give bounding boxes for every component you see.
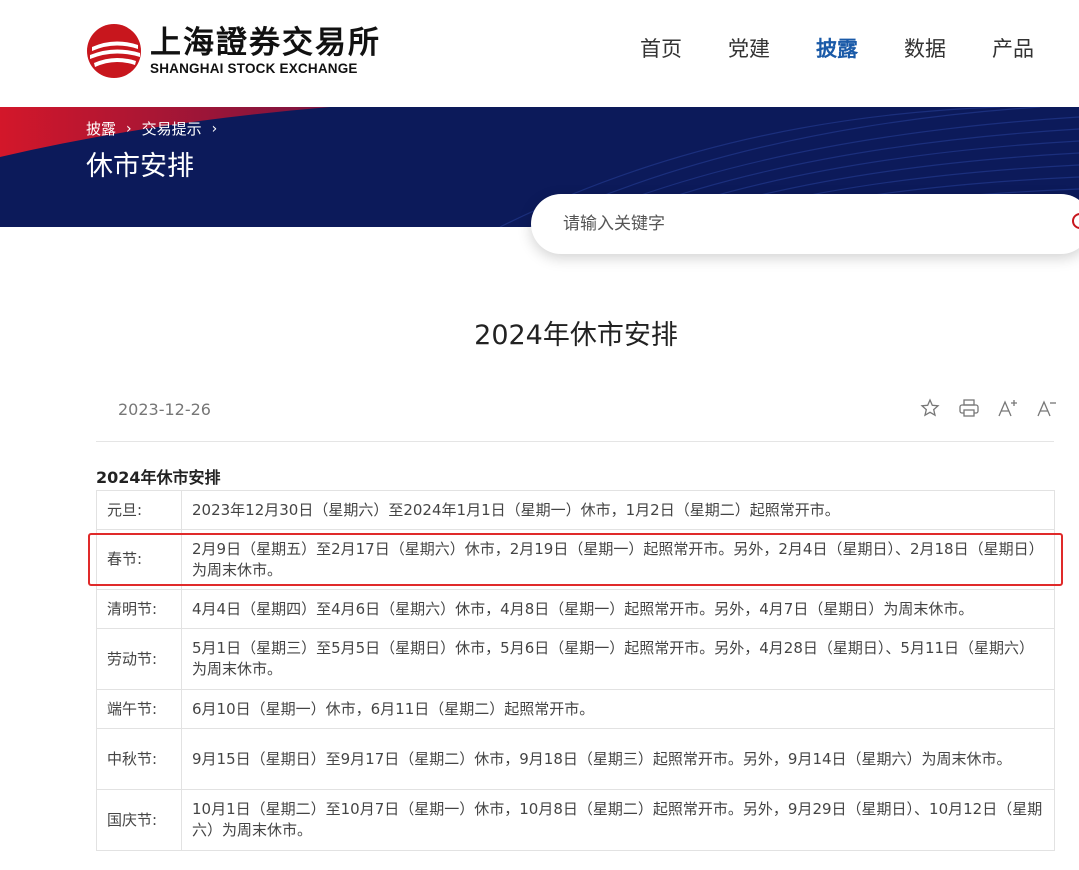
nav-item-data[interactable]: 数据 xyxy=(904,34,946,64)
nav-item-products[interactable]: 产品 xyxy=(992,34,1034,64)
font-decrease-icon[interactable] xyxy=(1035,396,1059,420)
sse-logo-icon xyxy=(87,24,141,78)
table-row: 端午节: 6月10日（星期一）休市，6月11日（星期二）起照常开市。 xyxy=(96,689,1055,729)
table-row: 清明节: 4月4日（星期四）至4月6日（星期六）休市，4月8日（星期一）起照常开… xyxy=(96,589,1055,629)
nav-item-home[interactable]: 首页 xyxy=(640,34,682,64)
holiday-description: 6月10日（星期一）休市，6月11日（星期二）起照常开市。 xyxy=(181,689,1055,729)
logo-english-name: SHANGHAI STOCK EXCHANGE xyxy=(150,61,358,76)
holiday-description: 4月4日（星期四）至4月6日（星期六）休市，4月8日（星期一）起照常开市。另外，… xyxy=(181,589,1055,629)
holiday-description: 5月1日（星期三）至5月5日（星期日）休市，5月6日（星期一）起照常开市。另外，… xyxy=(181,628,1055,690)
search-input[interactable] xyxy=(563,211,1043,237)
holiday-name: 端午节: xyxy=(96,689,182,729)
breadcrumb-item-disclosure[interactable]: 披露 xyxy=(86,118,116,139)
divider xyxy=(96,441,1054,442)
breadcrumb: 披露 › 交易提示 › xyxy=(86,118,227,139)
table-caption: 2024年休市安排 xyxy=(96,468,221,487)
holiday-name: 中秋节: xyxy=(96,728,182,790)
nav-item-disclosure[interactable]: 披露 xyxy=(816,34,858,64)
chevron-right-icon: › xyxy=(126,120,132,137)
table-row: 中秋节: 9月15日（星期日）至9月17日（星期二）休市，9月18日（星期三）起… xyxy=(96,728,1055,790)
holiday-name: 国庆节: xyxy=(96,789,182,851)
logo-chinese-name: 上海證券交易所 xyxy=(150,25,381,61)
article-tools xyxy=(918,396,1074,420)
search-box xyxy=(531,194,1079,254)
table-row: 春节: 2月9日（星期五）至2月17日（星期六）休市，2月19日（星期一）起照常… xyxy=(96,529,1055,590)
holiday-name: 劳动节: xyxy=(96,628,182,690)
publish-date: 2023-12-26 xyxy=(118,400,211,419)
holiday-description: 10月1日（星期二）至10月7日（星期一）休市，10月8日（星期二）起照常开市。… xyxy=(181,789,1055,851)
nav-item-party[interactable]: 党建 xyxy=(728,34,770,64)
table-row: 国庆节: 10月1日（星期二）至10月7日（星期一）休市，10月8日（星期二）起… xyxy=(96,789,1055,851)
table-row: 元旦: 2023年12月30日（星期六）至2024年1月1日（星期一）休市，1月… xyxy=(96,490,1055,530)
holiday-name: 清明节: xyxy=(96,589,182,629)
page-title: 休市安排 xyxy=(86,151,194,182)
holiday-table: 元旦: 2023年12月30日（星期六）至2024年1月1日（星期一）休市，1月… xyxy=(96,490,1055,851)
holiday-description: 2023年12月30日（星期六）至2024年1月1日（星期一）休市，1月2日（星… xyxy=(181,490,1055,530)
chevron-right-icon: › xyxy=(211,120,218,137)
breadcrumb-item-trading-tips[interactable]: 交易提示 xyxy=(142,118,202,139)
table-row: 劳动节: 5月1日（星期三）至5月5日（星期日）休市，5月6日（星期一）起照常开… xyxy=(96,628,1055,690)
holiday-description: 9月15日（星期日）至9月17日（星期二）休市，9月18日（星期三）起照常开市。… xyxy=(181,728,1055,790)
site-header: 上海證券交易所 SHANGHAI STOCK EXCHANGE 首页 党建 披露… xyxy=(0,0,1079,107)
article-title: 2024年休市安排 xyxy=(474,320,678,351)
site-logo[interactable]: 上海證券交易所 SHANGHAI STOCK EXCHANGE xyxy=(86,22,381,80)
font-increase-icon[interactable] xyxy=(996,396,1020,420)
search-icon[interactable] xyxy=(1071,212,1079,234)
holiday-description: 2月9日（星期五）至2月17日（星期六）休市，2月19日（星期一）起照常开市。另… xyxy=(181,529,1055,590)
star-icon[interactable] xyxy=(918,396,942,420)
main-nav: 首页 党建 披露 数据 产品 xyxy=(640,34,1079,64)
print-icon[interactable] xyxy=(957,396,981,420)
holiday-name: 元旦: xyxy=(96,490,182,530)
holiday-name: 春节: xyxy=(96,529,182,590)
